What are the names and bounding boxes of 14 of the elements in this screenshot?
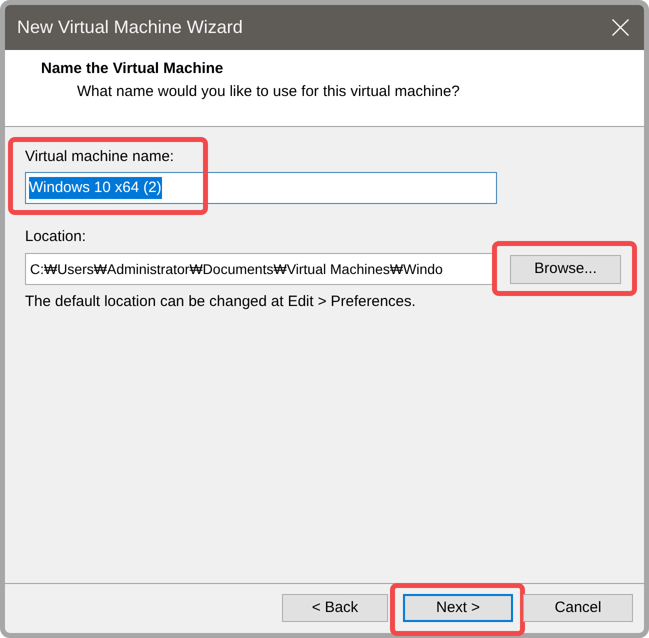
hint-text: The default location can be changed at Edit > Preferences. [25,292,416,312]
field-label: Location: [25,227,86,247]
wizard-button[interactable]: < Back [282,594,388,622]
location-field[interactable]: C:₩Users₩Administrator₩Documents₩Virtual Machines₩Windo [25,253,493,285]
wizard-button[interactable]: Next > [403,594,513,622]
page-subtitle: What name would you like to use for this virtual machine? [76,82,461,102]
window-title: New Virtual Machine Wizard [17,16,243,39]
field-label: Virtual machine name: [25,147,174,167]
close-icon [612,19,628,36]
name-field[interactable]: Windows 10 x64 (2) [25,172,497,204]
selected-text: Windows 10 x64 (2) [29,177,162,199]
browse-button[interactable]: Browse... [510,254,621,284]
page-title: Name the Virtual Machine [40,59,224,79]
wizard-button[interactable]: Cancel [523,594,633,622]
